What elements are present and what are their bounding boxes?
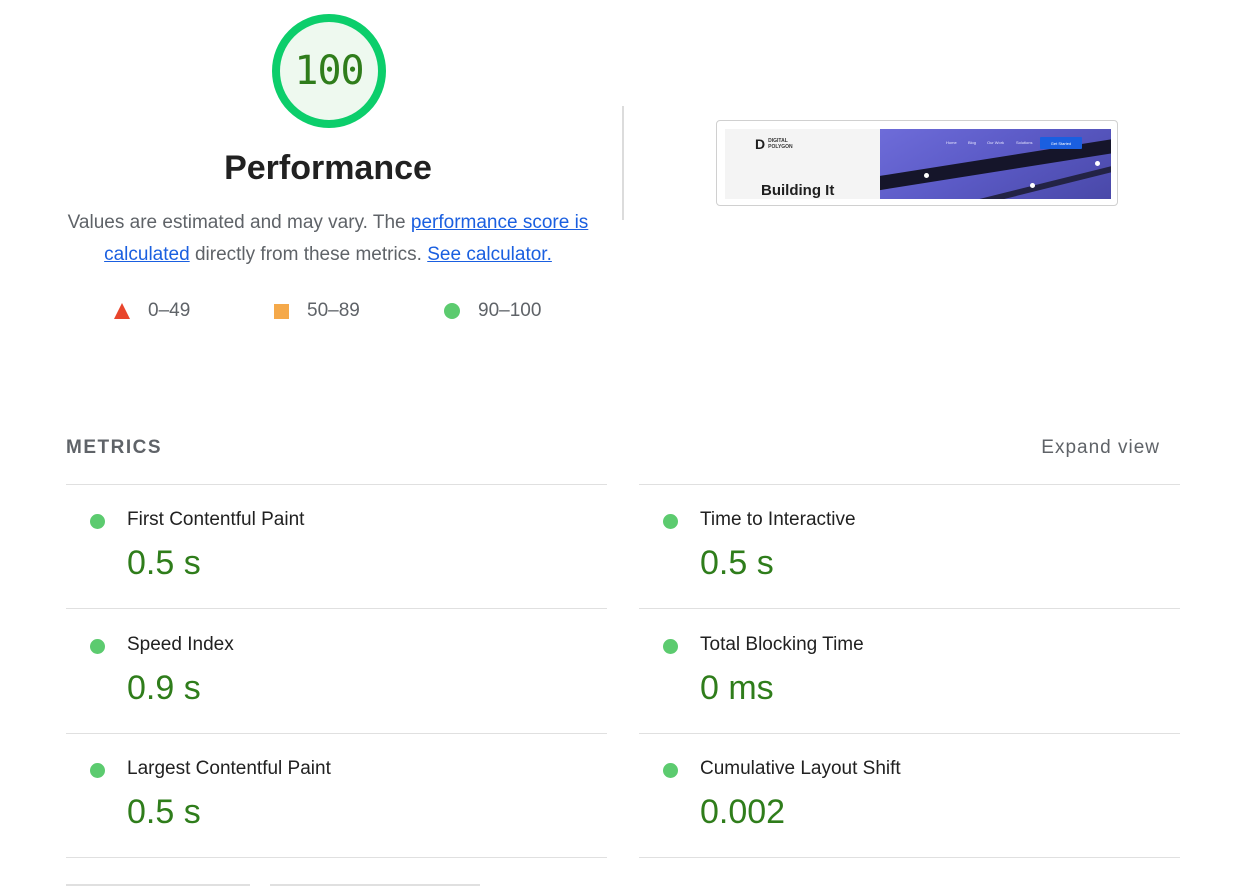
legend-fail: 0–49 [114,299,190,323]
metric-speed-index: Speed Index 0.9 s [66,610,607,734]
metric-first-contentful-paint: First Contentful Paint 0.5 s [66,485,607,609]
square-icon [274,303,289,319]
metric-title: First Contentful Paint [127,509,305,530]
screenshot-nav-item: Solutions [1016,140,1033,145]
metric-largest-contentful-paint: Largest Contentful Paint 0.5 s [66,734,607,858]
screenshot-nav-item: Blog [968,140,977,145]
pass-circle-icon [90,514,105,529]
screenshot-hero-left: D DIGITAL POLYGON Building It [725,129,880,199]
see-calculator-link[interactable]: See calculator. [427,244,552,265]
triangle-icon [114,303,130,319]
legend-average-range: 50–89 [307,300,360,321]
metric-title: Time to Interactive [700,509,856,530]
logo-mark: D [755,136,766,152]
screenshot-cta: Get Started [1040,137,1082,149]
legend-average: 50–89 [274,299,360,323]
metric-value: 0 ms [700,669,774,707]
logo-words: DIGITAL POLYGON [768,138,793,150]
pass-circle-icon [90,639,105,654]
screenshot-headline: Building It [761,182,835,199]
ceiling-light [924,173,929,178]
site-logo: D DIGITAL POLYGON [755,136,793,152]
metric-title: Speed Index [127,634,234,655]
metric-title: Cumulative Layout Shift [700,758,901,779]
metric-time-to-interactive: Time to Interactive 0.5 s [639,485,1180,609]
expand-view-button[interactable]: Expand view [1041,437,1160,459]
category-description: Values are estimated and may vary. The p… [62,207,594,271]
legend-pass-range: 90–100 [478,300,542,321]
legend-fail-range: 0–49 [148,300,191,321]
ceiling-light [1030,183,1035,188]
lighthouse-report: 100 Performance Values are estimated and… [0,0,1250,886]
description-middle: directly from these metrics. [189,244,428,265]
circle-icon [444,303,460,319]
final-screenshot[interactable]: D DIGITAL POLYGON Building It Home Blog O… [716,120,1118,206]
pass-circle-icon [663,514,678,529]
metric-title: Largest Contentful Paint [127,758,331,779]
ceiling-light [1095,161,1100,166]
performance-score-gauge[interactable]: 100 [271,13,387,129]
metric-title: Total Blocking Time [700,634,864,655]
metric-cumulative-layout-shift: Cumulative Layout Shift 0.002 [639,734,1180,858]
metric-value: 0.5 s [127,544,201,582]
metric-value: 0.5 s [700,544,774,582]
metrics-header: METRICS [66,437,162,458]
pass-circle-icon [663,639,678,654]
screenshot-nav-item: Home [946,140,957,145]
legend-pass: 90–100 [444,299,541,323]
description-prefix: Values are estimated and may vary. The [67,212,411,233]
pass-circle-icon [663,763,678,778]
category-title: Performance [224,149,432,187]
pass-circle-icon [90,763,105,778]
vertical-divider [622,106,624,220]
screenshot-nav-item: Our Work [987,140,1005,145]
metric-value: 0.5 s [127,793,201,831]
metric-value: 0.002 [700,793,786,831]
metric-total-blocking-time: Total Blocking Time 0 ms [639,610,1180,734]
screenshot-hero-image: Home Blog Our Work Solutions Get Started [880,129,1111,199]
score-value: 100 [294,48,364,94]
metric-value: 0.9 s [127,669,201,707]
